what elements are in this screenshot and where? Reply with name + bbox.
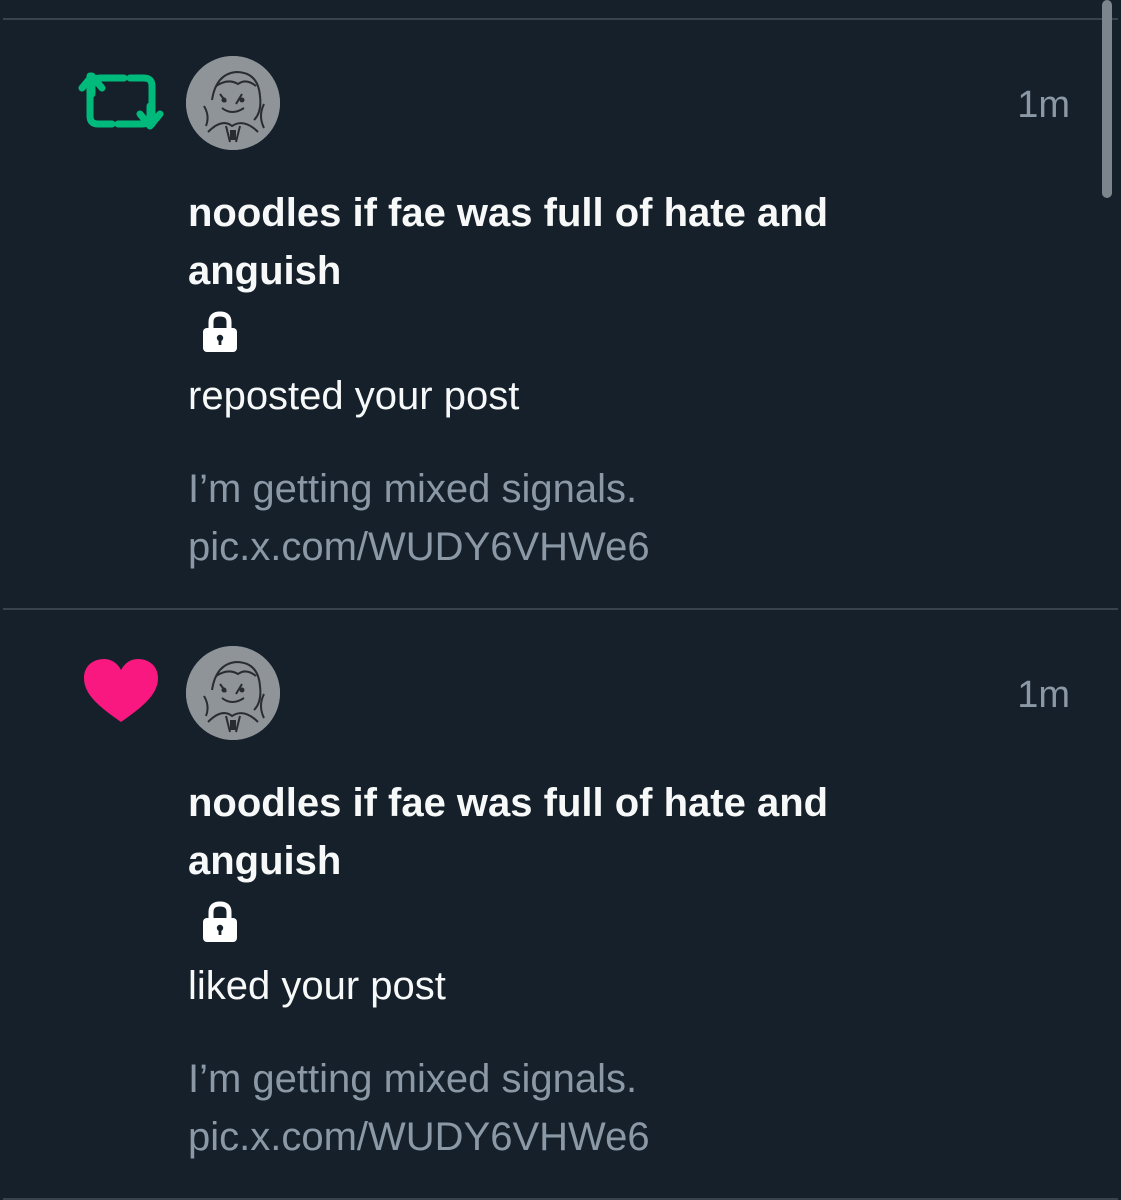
username[interactable]: noodles if fae was full of hate and angu… bbox=[188, 184, 928, 300]
action-text: reposted your post bbox=[188, 374, 520, 418]
notification-repost[interactable]: 1m noodles if fae was full of hate and a… bbox=[0, 20, 1100, 608]
post-preview[interactable]: I’m getting mixed signals. pic.x.com/WUD… bbox=[188, 1050, 988, 1166]
notification-like[interactable]: 1m noodles if fae was full of hate and a… bbox=[0, 610, 1100, 1198]
username[interactable]: noodles if fae was full of hate and angu… bbox=[188, 774, 928, 890]
post-preview[interactable]: I’m getting mixed signals. pic.x.com/WUD… bbox=[188, 460, 988, 576]
post-link[interactable]: pic.x.com/WUDY6VHWe6 bbox=[188, 518, 988, 576]
post-text: I’m getting mixed signals. bbox=[188, 467, 638, 511]
timestamp: 1m bbox=[1017, 84, 1070, 126]
post-link[interactable]: pic.x.com/WUDY6VHWe6 bbox=[188, 1108, 988, 1166]
lock-icon bbox=[200, 310, 240, 354]
heart-icon bbox=[78, 656, 164, 732]
scrollbar[interactable] bbox=[1100, 0, 1114, 200]
lock-icon bbox=[200, 900, 240, 944]
post-text: I’m getting mixed signals. bbox=[188, 1057, 638, 1101]
scrollbar-thumb[interactable] bbox=[1102, 0, 1112, 198]
action-text: liked your post bbox=[188, 964, 446, 1008]
notifications-feed: 1m noodles if fae was full of hate and a… bbox=[0, 0, 1121, 1200]
avatar[interactable] bbox=[186, 646, 280, 740]
timestamp: 1m bbox=[1017, 674, 1070, 716]
avatar[interactable] bbox=[186, 56, 280, 150]
repost-icon bbox=[78, 66, 164, 142]
